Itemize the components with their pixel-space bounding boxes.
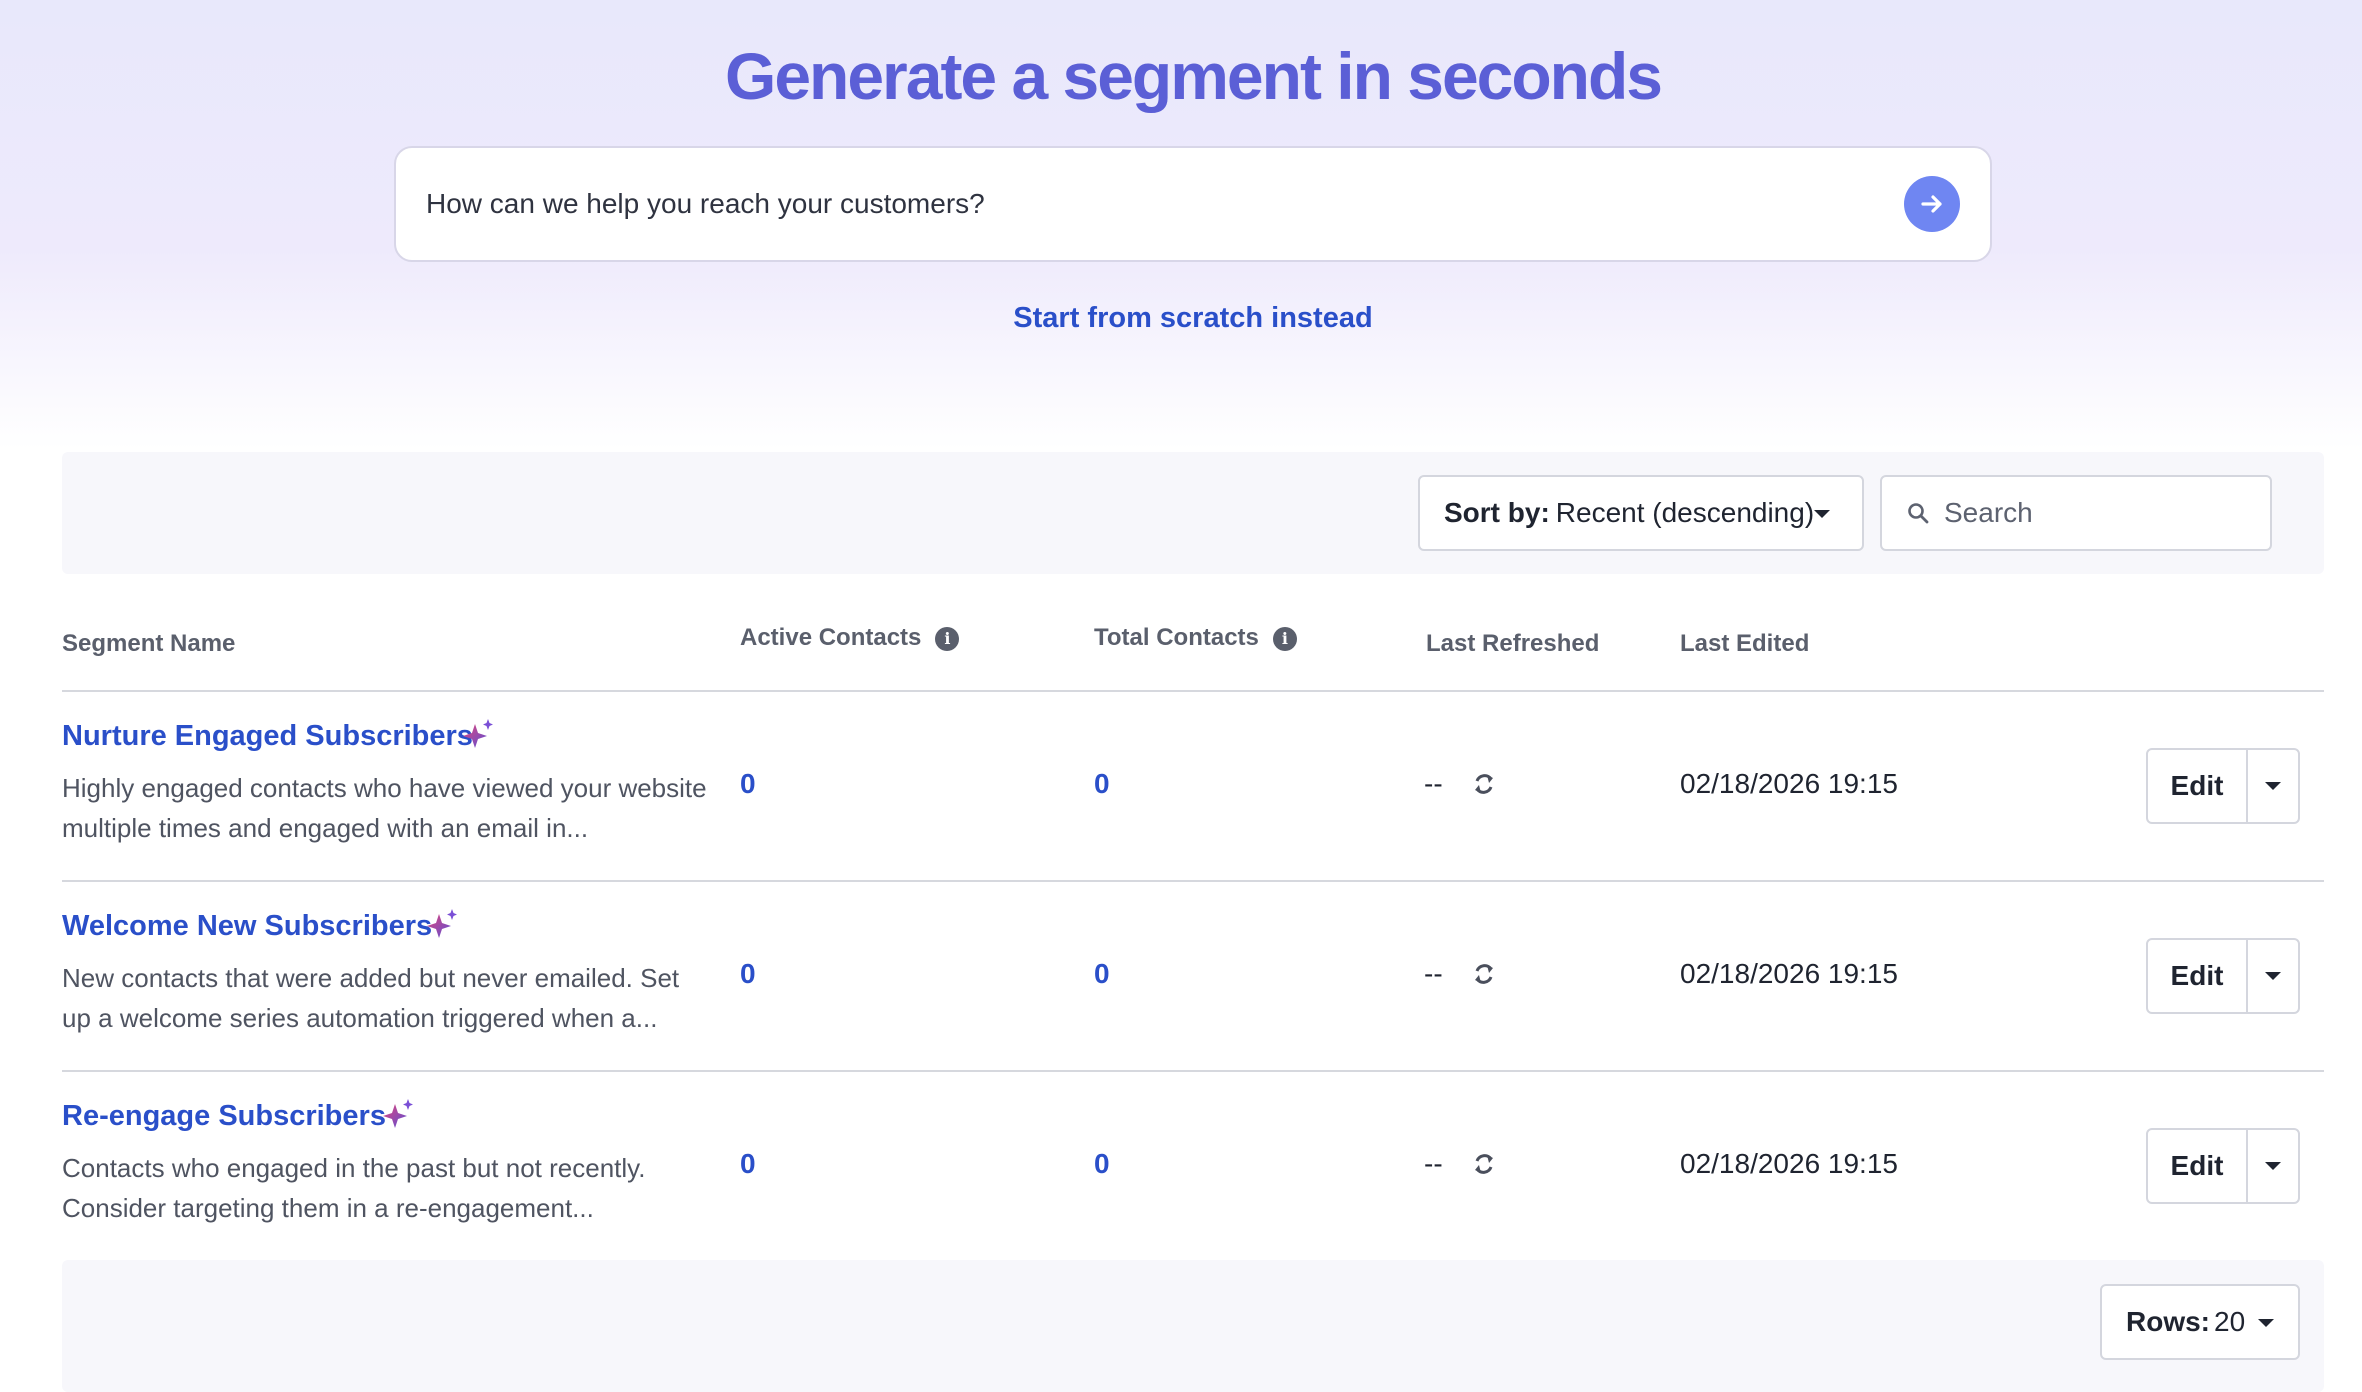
- header-total-contacts[interactable]: Total Contacts i: [1094, 624, 1297, 652]
- chevron-down-icon: [2265, 972, 2281, 980]
- last-refreshed-value: --: [1424, 958, 1443, 989]
- total-contacts-count[interactable]: 0: [1094, 1148, 1110, 1180]
- edit-button-group: Edit: [2146, 748, 2300, 824]
- last-refreshed-value: --: [1424, 768, 1443, 799]
- arrow-right-icon: [1921, 195, 1942, 213]
- rows-per-page-select[interactable]: Rows: 20: [2100, 1284, 2300, 1360]
- hero-section: Generate a segment in seconds Start from…: [0, 0, 2362, 450]
- sort-label: Sort by:: [1444, 497, 1550, 528]
- prompt-input[interactable]: [426, 148, 1826, 260]
- page-title: Generate a segment in seconds: [724, 39, 1663, 113]
- rows-label: Rows:: [2126, 1306, 2210, 1337]
- table-row: Welcome New Subscribers New contacts tha…: [62, 882, 2324, 1072]
- segment-description: New contacts that were added but never e…: [62, 963, 680, 1033]
- refresh-icon[interactable]: [1470, 960, 1498, 988]
- edit-button[interactable]: Edit: [2148, 940, 2248, 1012]
- active-contacts-count[interactable]: 0: [740, 768, 756, 800]
- edit-button[interactable]: Edit: [2148, 1130, 2248, 1202]
- header-segment-name[interactable]: Segment Name: [62, 630, 235, 658]
- active-contacts-count[interactable]: 0: [740, 1148, 756, 1180]
- total-contacts-count[interactable]: 0: [1094, 768, 1110, 800]
- refresh-icon[interactable]: [1470, 770, 1498, 798]
- last-edited-value: 02/18/2026 19:15: [1680, 1148, 1898, 1179]
- edit-options-dropdown[interactable]: [2248, 1130, 2298, 1202]
- ai-sparkle-icon: [427, 909, 457, 938]
- info-icon[interactable]: i: [1272, 627, 1297, 651]
- chevron-down-icon: [1814, 510, 1830, 518]
- last-refreshed-value: --: [1424, 1148, 1443, 1179]
- total-contacts-count[interactable]: 0: [1094, 958, 1110, 990]
- segment-toolbar: Sort by: Recent (descending): [62, 452, 2324, 574]
- table-footer: Rows: 20: [62, 1260, 2324, 1392]
- search-box: [1880, 475, 2272, 551]
- ai-sparkle-icon: [383, 1099, 413, 1128]
- refresh-icon[interactable]: [1470, 1150, 1498, 1178]
- prompt-box: [394, 146, 1992, 262]
- last-edited-value: 02/18/2026 19:15: [1680, 768, 1898, 799]
- header-last-edited[interactable]: Last Edited: [1680, 630, 1809, 658]
- chevron-down-icon: [2258, 1319, 2274, 1327]
- header-last-refreshed[interactable]: Last Refreshed: [1426, 630, 1599, 658]
- edit-options-dropdown[interactable]: [2248, 750, 2298, 822]
- segment-description: Highly engaged contacts who have viewed …: [62, 773, 707, 843]
- table-row: Nurture Engaged Subscribers Highly engag…: [62, 692, 2324, 882]
- info-icon[interactable]: i: [935, 627, 960, 651]
- chevron-down-icon: [2265, 782, 2281, 790]
- sort-value: Recent (descending): [1555, 497, 1815, 528]
- edit-button[interactable]: Edit: [2148, 750, 2248, 822]
- header-active-contacts[interactable]: Active Contacts i: [740, 624, 960, 652]
- last-edited-value: 02/18/2026 19:15: [1680, 958, 1898, 989]
- rows-value: 20: [2214, 1306, 2246, 1337]
- edit-button-group: Edit: [2146, 938, 2300, 1014]
- table-row: Re-engage Subscribers Contacts who engag…: [62, 1072, 2324, 1262]
- segment-name-link[interactable]: Welcome New Subscribers: [62, 910, 432, 943]
- header-total-contacts-label: Total Contacts: [1094, 624, 1259, 651]
- sort-select[interactable]: Sort by: Recent (descending): [1418, 475, 1864, 551]
- ai-sparkle-icon: [463, 719, 493, 748]
- header-active-contacts-label: Active Contacts: [740, 624, 922, 651]
- start-from-scratch-link[interactable]: Start from scratch instead: [0, 302, 2362, 335]
- segment-name-link[interactable]: Re-engage Subscribers: [62, 1100, 386, 1133]
- edit-button-group: Edit: [2146, 1128, 2300, 1204]
- active-contacts-count[interactable]: 0: [740, 958, 756, 990]
- edit-options-dropdown[interactable]: [2248, 940, 2298, 1012]
- search-icon: [1908, 503, 1929, 524]
- chevron-down-icon: [2265, 1162, 2281, 1170]
- search-input[interactable]: [1944, 477, 2254, 549]
- segment-description: Contacts who engaged in the past but not…: [62, 1153, 646, 1223]
- submit-prompt-button[interactable]: [1904, 176, 1960, 232]
- segment-name-link[interactable]: Nurture Engaged Subscribers: [62, 720, 473, 753]
